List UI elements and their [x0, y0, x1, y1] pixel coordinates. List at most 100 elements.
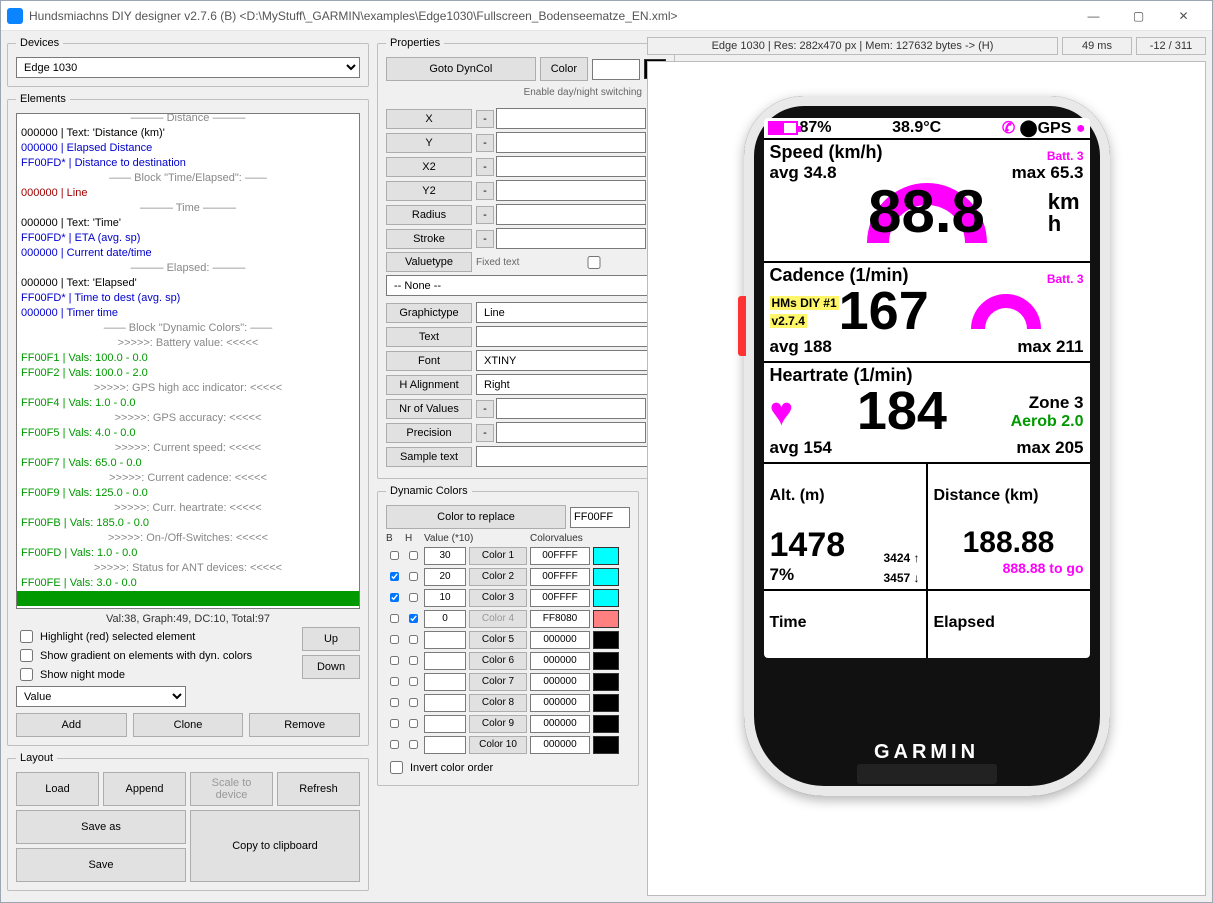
valuetype-select[interactable]: -- None --: [386, 275, 666, 296]
invert-color-check[interactable]: Invert color order: [386, 758, 630, 777]
dc-b-check[interactable]: [390, 738, 399, 751]
stroke-dec[interactable]: -: [476, 230, 494, 248]
device-select[interactable]: Edge 1030: [16, 57, 360, 78]
dc-color-button[interactable]: Color 9: [469, 715, 527, 733]
list-item[interactable]: 000000 | Timer time: [17, 306, 359, 321]
list-item[interactable]: >>>>>: Status for ANT devices: <<<<<: [17, 561, 359, 576]
dc-value-input[interactable]: [424, 631, 466, 649]
list-item[interactable]: FF00FD* | ETA (avg. sp): [17, 231, 359, 246]
prop-sample-label[interactable]: Sample text: [386, 447, 472, 467]
opt-highlight[interactable]: Highlight (red) selected element: [16, 627, 298, 646]
list-item[interactable]: FF00FD | Vals: 1.0 - 0.0: [17, 546, 359, 561]
dc-value-input[interactable]: [424, 673, 466, 691]
elements-list[interactable]: ——— Distance ———000000 | Text: 'Distance…: [16, 113, 360, 609]
precision-dec[interactable]: -: [476, 424, 494, 442]
prop-graphictype-label[interactable]: Graphictype: [386, 303, 472, 323]
dc-value-input[interactable]: [424, 694, 466, 712]
prop-x2-label[interactable]: X2: [386, 157, 472, 177]
dc-hex-input[interactable]: [530, 568, 590, 586]
color-replace-button[interactable]: Color to replace: [386, 505, 566, 529]
refresh-button[interactable]: Refresh: [277, 772, 360, 806]
dc-hex-input[interactable]: [530, 736, 590, 754]
dc-hex-input[interactable]: [530, 547, 590, 565]
list-item[interactable]: FF00F9 | Vals: 125.0 - 0.0: [17, 486, 359, 501]
radius-input[interactable]: [496, 204, 646, 225]
close-button[interactable]: ✕: [1161, 2, 1206, 30]
x2-dec[interactable]: -: [476, 158, 494, 176]
nrvalues-dec[interactable]: -: [476, 400, 494, 418]
dc-b-check[interactable]: [390, 549, 399, 562]
dc-hex-input[interactable]: [530, 589, 590, 607]
load-button[interactable]: Load: [16, 772, 99, 806]
dc-hex-input[interactable]: [530, 673, 590, 691]
dc-b-check[interactable]: [390, 570, 399, 583]
font-select[interactable]: XTINY: [476, 350, 666, 371]
append-button[interactable]: Append: [103, 772, 186, 806]
list-item[interactable]: >>>>>: GPS accuracy: <<<<<: [17, 411, 359, 426]
prop-x-label[interactable]: X: [386, 109, 472, 129]
dc-b-check[interactable]: [390, 612, 399, 625]
list-item[interactable]: FF00FD* | Time to dest (avg. sp): [17, 291, 359, 306]
x2-input[interactable]: [496, 156, 646, 177]
stroke-input[interactable]: [496, 228, 646, 249]
prop-halign-label[interactable]: H Alignment: [386, 375, 472, 395]
dc-h-check[interactable]: [409, 570, 418, 583]
down-button[interactable]: Down: [302, 655, 360, 679]
remove-button[interactable]: Remove: [249, 713, 360, 737]
nrvalues-input[interactable]: [496, 398, 646, 419]
dc-h-check[interactable]: [409, 633, 418, 646]
list-item[interactable]: >>>>>: GPS high acc indicator: <<<<<: [17, 381, 359, 396]
minimize-button[interactable]: —: [1071, 2, 1116, 30]
dc-color-button[interactable]: Color 10: [469, 736, 527, 754]
copy-clipboard-button[interactable]: Copy to clipboard: [190, 810, 360, 882]
list-item[interactable]: 000000 | Line: [17, 186, 359, 201]
saveas-button[interactable]: Save as: [16, 810, 186, 844]
y-dec[interactable]: -: [476, 134, 494, 152]
y2-dec[interactable]: -: [476, 182, 494, 200]
list-item[interactable]: FF00F1 | Vals: 100.0 - 0.0: [17, 351, 359, 366]
clone-button[interactable]: Clone: [133, 713, 244, 737]
prop-y2-label[interactable]: Y2: [386, 181, 472, 201]
prop-y-label[interactable]: Y: [386, 133, 472, 153]
dc-h-check[interactable]: [409, 654, 418, 667]
list-item[interactable]: ——— Elapsed: ———: [17, 261, 359, 276]
dc-h-check[interactable]: [409, 738, 418, 751]
dc-value-input[interactable]: [424, 568, 466, 586]
color-hex-input[interactable]: [592, 59, 640, 80]
add-button[interactable]: Add: [16, 713, 127, 737]
prop-valuetype-label[interactable]: Valuetype: [386, 252, 472, 272]
dc-b-check[interactable]: [390, 675, 399, 688]
dc-hex-input[interactable]: [530, 715, 590, 733]
list-item[interactable]: >>>>>: Current speed: <<<<<: [17, 441, 359, 456]
list-item[interactable]: ——— Distance ———: [17, 113, 359, 126]
list-item[interactable]: 000000 | Text: 'Time': [17, 216, 359, 231]
precision-input[interactable]: [496, 422, 646, 443]
dc-b-check[interactable]: [390, 654, 399, 667]
opt-gradient[interactable]: Show gradient on elements with dyn. colo…: [16, 646, 298, 665]
list-item[interactable]: 000000 | Elapsed Distance: [17, 141, 359, 156]
dc-b-check[interactable]: [390, 591, 399, 604]
dc-color-button[interactable]: Color 6: [469, 652, 527, 670]
dc-h-check[interactable]: [409, 591, 418, 604]
dc-value-input[interactable]: [424, 589, 466, 607]
dc-hex-input[interactable]: [530, 631, 590, 649]
text-input[interactable]: [476, 326, 666, 347]
radius-dec[interactable]: -: [476, 206, 494, 224]
list-item[interactable]: >>>>>: Battery value: <<<<<: [17, 336, 359, 351]
dc-h-check[interactable]: [409, 549, 418, 562]
dc-color-button[interactable]: Color 8: [469, 694, 527, 712]
prop-font-label[interactable]: Font: [386, 351, 472, 371]
prop-nrvalues-label[interactable]: Nr of Values: [386, 399, 472, 419]
halign-select[interactable]: Right: [476, 374, 666, 395]
list-item[interactable]: FF00FF | Vals: 3.0 - 0.0: [17, 591, 359, 606]
x-dec[interactable]: -: [476, 110, 494, 128]
dc-b-check[interactable]: [390, 696, 399, 709]
maximize-button[interactable]: ▢: [1116, 2, 1161, 30]
opt-night[interactable]: Show night mode: [16, 665, 298, 684]
dc-color-button[interactable]: Color 2: [469, 568, 527, 586]
list-item[interactable]: —— Block "Dynamic Colors": ——: [17, 321, 359, 336]
list-item[interactable]: FF00FE | Vals: 3.0 - 0.0: [17, 576, 359, 591]
goto-dyncol-button[interactable]: Goto DynCol: [386, 57, 536, 81]
prop-precision-label[interactable]: Precision: [386, 423, 472, 443]
dc-color-button[interactable]: Color 5: [469, 631, 527, 649]
